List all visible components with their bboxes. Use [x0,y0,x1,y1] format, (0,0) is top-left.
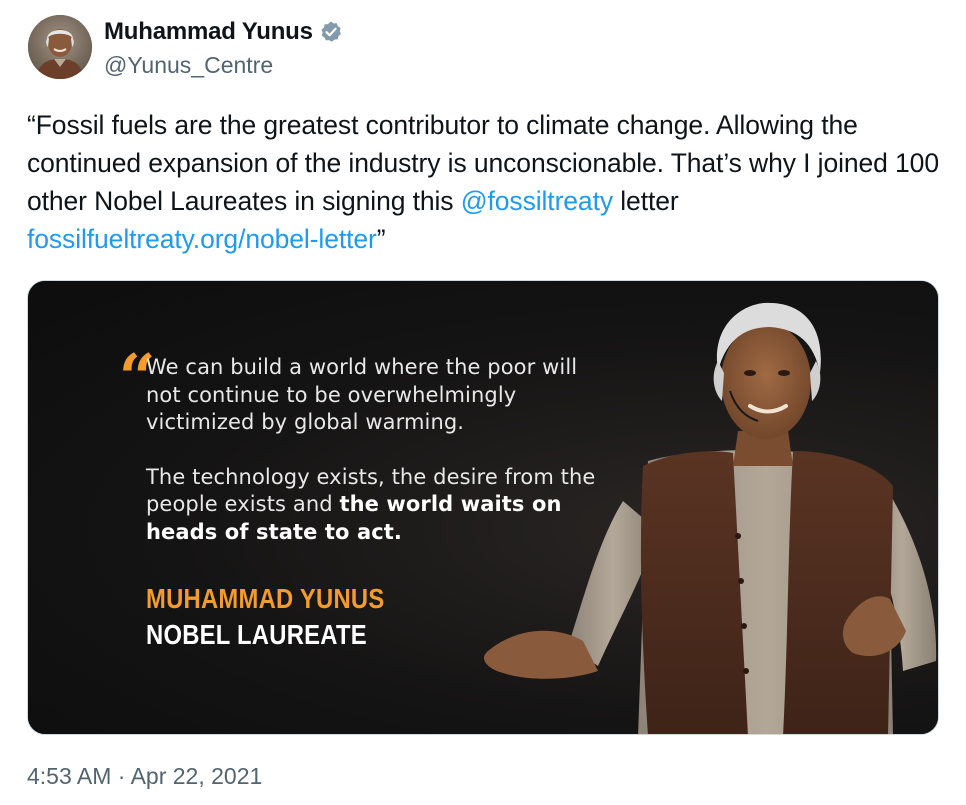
tweet: Muhammad Yunus @Yunus_Centre “Fossil fue… [0,0,966,805]
author-handle[interactable]: @Yunus_Centre [104,52,273,79]
media-image[interactable]: ” We can build a world where the poor wi… [27,280,939,735]
author-display-name[interactable]: Muhammad Yunus [104,18,313,46]
tweet-text-part3: ” [376,224,386,254]
timestamp-date[interactable]: Apr 22, 2021 [131,763,263,789]
attribution-title: NOBEL LAUREATE [146,619,367,650]
url-link[interactable]: fossilfueltreaty.org/nobel-letter [27,224,377,254]
media-attribution: MUHAMMAD YUNUS NOBEL LAUREATE [146,581,384,653]
tweet-text-part2: letter [613,186,679,216]
speaker-illustration [483,302,937,734]
author-name-row: Muhammad Yunus [104,18,343,46]
mention-link[interactable]: @fossiltreaty [461,186,613,216]
timestamp-separator: · [111,763,131,789]
timestamp-time[interactable]: 4:53 AM [27,763,111,789]
tweet-text: “Fossil fuels are the greatest contribut… [27,106,942,258]
avatar[interactable] [28,15,92,79]
attribution-name: MUHAMMAD YUNUS [146,583,385,614]
verified-badge-icon [319,20,343,44]
timestamp: 4:53 AM · Apr 22, 2021 [27,763,262,790]
